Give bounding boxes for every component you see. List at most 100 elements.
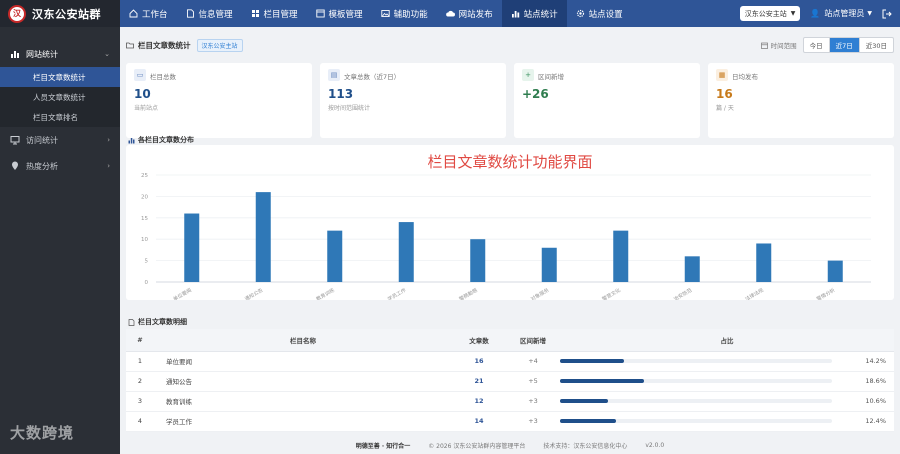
range-label: 时间范围 bbox=[770, 42, 797, 50]
bar-1[interactable] bbox=[255, 192, 271, 282]
row-percent: 18.6% bbox=[865, 377, 886, 385]
detail-table: # 栏目名称 文章数 区间新增 占比 1 单位要闻 16 +4 14.2% 2 通知公告 21… bbox=[126, 329, 894, 432]
nav-item-1[interactable]: 信息管理 bbox=[177, 0, 242, 27]
main-nav: 工作台 信息管理 栏目管理 模板管理 辅助功能 网站发布 站点统计 站点设置 bbox=[120, 0, 632, 27]
row-column-name: 通知公告 bbox=[154, 371, 452, 392]
nav-item-7[interactable]: 站点设置 bbox=[567, 0, 632, 27]
bar-9[interactable] bbox=[827, 260, 843, 282]
time-range-toggle: 今日 近7日 近30日 bbox=[802, 37, 894, 53]
row-article-count: 16 bbox=[452, 351, 506, 372]
row-article-count: 21 bbox=[452, 371, 506, 392]
col-header-index[interactable]: # bbox=[126, 329, 154, 352]
stat-card-value: 10 bbox=[134, 87, 151, 101]
range-option-1[interactable]: 近7日 bbox=[828, 38, 859, 52]
bar-3[interactable] bbox=[398, 222, 414, 282]
bar-8[interactable] bbox=[756, 243, 772, 282]
stat-card-note: 当前站点 bbox=[134, 105, 159, 112]
stat-card-3: ▦ 日均发布 16 篇 / 天 bbox=[708, 63, 894, 138]
sidebar-item-column-ranking[interactable]: 栏目文章排名 bbox=[0, 107, 120, 127]
footer-copyright: © 2026 汉东公安站群内容管理平台 bbox=[428, 442, 526, 450]
x-tick-label: 警情分析 bbox=[815, 287, 836, 300]
logout-icon[interactable] bbox=[882, 9, 892, 19]
row-increase: +5 bbox=[506, 371, 560, 392]
range-option-0[interactable]: 今日 bbox=[804, 38, 829, 52]
sidebar-group-heat-analysis[interactable]: 热度分析 › bbox=[0, 153, 120, 179]
percent-bar-track bbox=[560, 359, 832, 363]
table-row[interactable]: 2 通知公告 21 +5 18.6% bbox=[126, 371, 894, 392]
row-index: 3 bbox=[126, 391, 154, 412]
table-row[interactable]: 3 教育训练 12 +3 10.6% bbox=[126, 391, 894, 412]
col-header-name[interactable]: 栏目名称 bbox=[154, 329, 452, 352]
nav-item-0[interactable]: 工作台 bbox=[120, 0, 177, 27]
bar-0[interactable] bbox=[184, 213, 200, 282]
bar-4[interactable] bbox=[470, 239, 486, 282]
bar-chart-icon bbox=[511, 9, 520, 18]
stat-card-value: +26 bbox=[522, 87, 549, 101]
stat-card-0: ▭ 栏目总数 10 当前站点 bbox=[126, 63, 312, 138]
row-column-name: 教育训练 bbox=[154, 391, 452, 412]
bar-2[interactable] bbox=[327, 230, 343, 282]
stat-card-label: 日均发布 bbox=[732, 73, 758, 81]
user-icon: 👤 bbox=[810, 9, 821, 18]
y-tick-label: 20 bbox=[141, 194, 148, 200]
row-increase: +3 bbox=[506, 411, 560, 432]
sidebar-group-visit-stats[interactable]: 访问统计 › bbox=[0, 127, 120, 153]
chevron-right-icon: › bbox=[107, 136, 110, 144]
col-header-increase[interactable]: 区间新增 bbox=[506, 329, 560, 352]
table-row[interactable]: 1 单位要闻 16 +4 14.2% bbox=[126, 351, 894, 372]
x-tick-label: 警務動態 bbox=[458, 287, 479, 300]
sidebar: 网站统计 ⌄ 栏目文章数统计 人员文章数统计 栏目文章排名 访问统计 › 热度分… bbox=[0, 27, 120, 454]
brand-logo[interactable]: 汉 汉东公安站群 bbox=[0, 0, 120, 27]
nav-item-label: 信息管理 bbox=[198, 9, 233, 20]
document-icon bbox=[186, 9, 195, 18]
footer-support: 技术支持：汉东公安信息化中心 bbox=[543, 442, 628, 450]
stat-card-label: 区间新增 bbox=[538, 73, 564, 81]
bar-6[interactable] bbox=[613, 230, 629, 282]
summary-cards: ▭ 栏目总数 10 当前站点 ▤ 文章总数（近7日） 113 按时间范围统计 + 区间新增 +26 ▦… bbox=[126, 63, 894, 138]
sidebar-group-label: 热度分析 bbox=[26, 161, 58, 171]
row-increase: +4 bbox=[506, 351, 560, 372]
x-tick-label: 教育训练 bbox=[315, 287, 336, 300]
sidebar-group-site-stats[interactable]: 网站统计 ⌄ bbox=[0, 41, 120, 67]
nav-item-label: 工作台 bbox=[142, 9, 168, 20]
bar-5[interactable] bbox=[541, 247, 557, 282]
y-tick-label: 15 bbox=[141, 216, 148, 222]
nav-item-label: 站点设置 bbox=[588, 9, 623, 20]
document-icon bbox=[128, 318, 135, 326]
x-tick-label: 单位要闻 bbox=[172, 287, 193, 300]
table-row[interactable]: 4 学员工作 14 +3 12.4% bbox=[126, 411, 894, 432]
stat-card-label: 文章总数（近7日） bbox=[344, 73, 401, 81]
nav-item-label: 模板管理 bbox=[328, 9, 363, 20]
col-header-percent[interactable]: 占比 bbox=[560, 329, 894, 352]
percent-bar-fill bbox=[560, 419, 617, 423]
brand-name: 汉东公安站群 bbox=[32, 7, 101, 21]
home-icon bbox=[129, 9, 138, 18]
nav-item-5[interactable]: 网站发布 bbox=[437, 0, 502, 27]
page-title: 栏目文章数统计 bbox=[138, 40, 191, 50]
stat-card-label: 栏目总数 bbox=[150, 73, 176, 81]
top-bar: 汉 汉东公安站群 工作台 信息管理 栏目管理 模板管理 辅助功能 网站发布 站点统计 站点设置… bbox=[0, 0, 900, 27]
col-header-count[interactable]: 文章数 bbox=[452, 329, 506, 352]
table-header-row: # 栏目名称 文章数 区间新增 占比 bbox=[126, 329, 894, 352]
percent-bar-track bbox=[560, 379, 832, 383]
grid-icon bbox=[251, 9, 260, 18]
range-option-2[interactable]: 近30日 bbox=[858, 38, 893, 52]
nav-item-4[interactable]: 辅助功能 bbox=[372, 0, 437, 27]
nav-item-2[interactable]: 栏目管理 bbox=[242, 0, 307, 27]
percent-bar-fill bbox=[560, 399, 609, 403]
user-menu[interactable]: 👤 站点管理员 ▼ bbox=[810, 8, 872, 19]
percent-bar-track bbox=[560, 419, 832, 423]
y-tick-label: 10 bbox=[141, 237, 148, 243]
percent-bar-fill bbox=[560, 379, 645, 383]
row-article-count: 12 bbox=[452, 391, 506, 412]
sidebar-item-person-articles[interactable]: 人员文章数统计 bbox=[0, 87, 120, 107]
row-index: 2 bbox=[126, 371, 154, 392]
site-select[interactable]: 汉东公安主站 ▼ bbox=[739, 6, 801, 21]
sidebar-item-column-articles[interactable]: 栏目文章数统计 bbox=[0, 67, 120, 87]
nav-item-3[interactable]: 模板管理 bbox=[307, 0, 372, 27]
site-tag: 汉东公安主站 bbox=[196, 38, 243, 52]
chevron-down-icon: ▼ bbox=[790, 10, 796, 17]
police-badge-icon: 汉 bbox=[8, 4, 26, 23]
nav-item-6[interactable]: 站点统计 bbox=[501, 0, 567, 27]
bar-7[interactable] bbox=[684, 256, 700, 282]
